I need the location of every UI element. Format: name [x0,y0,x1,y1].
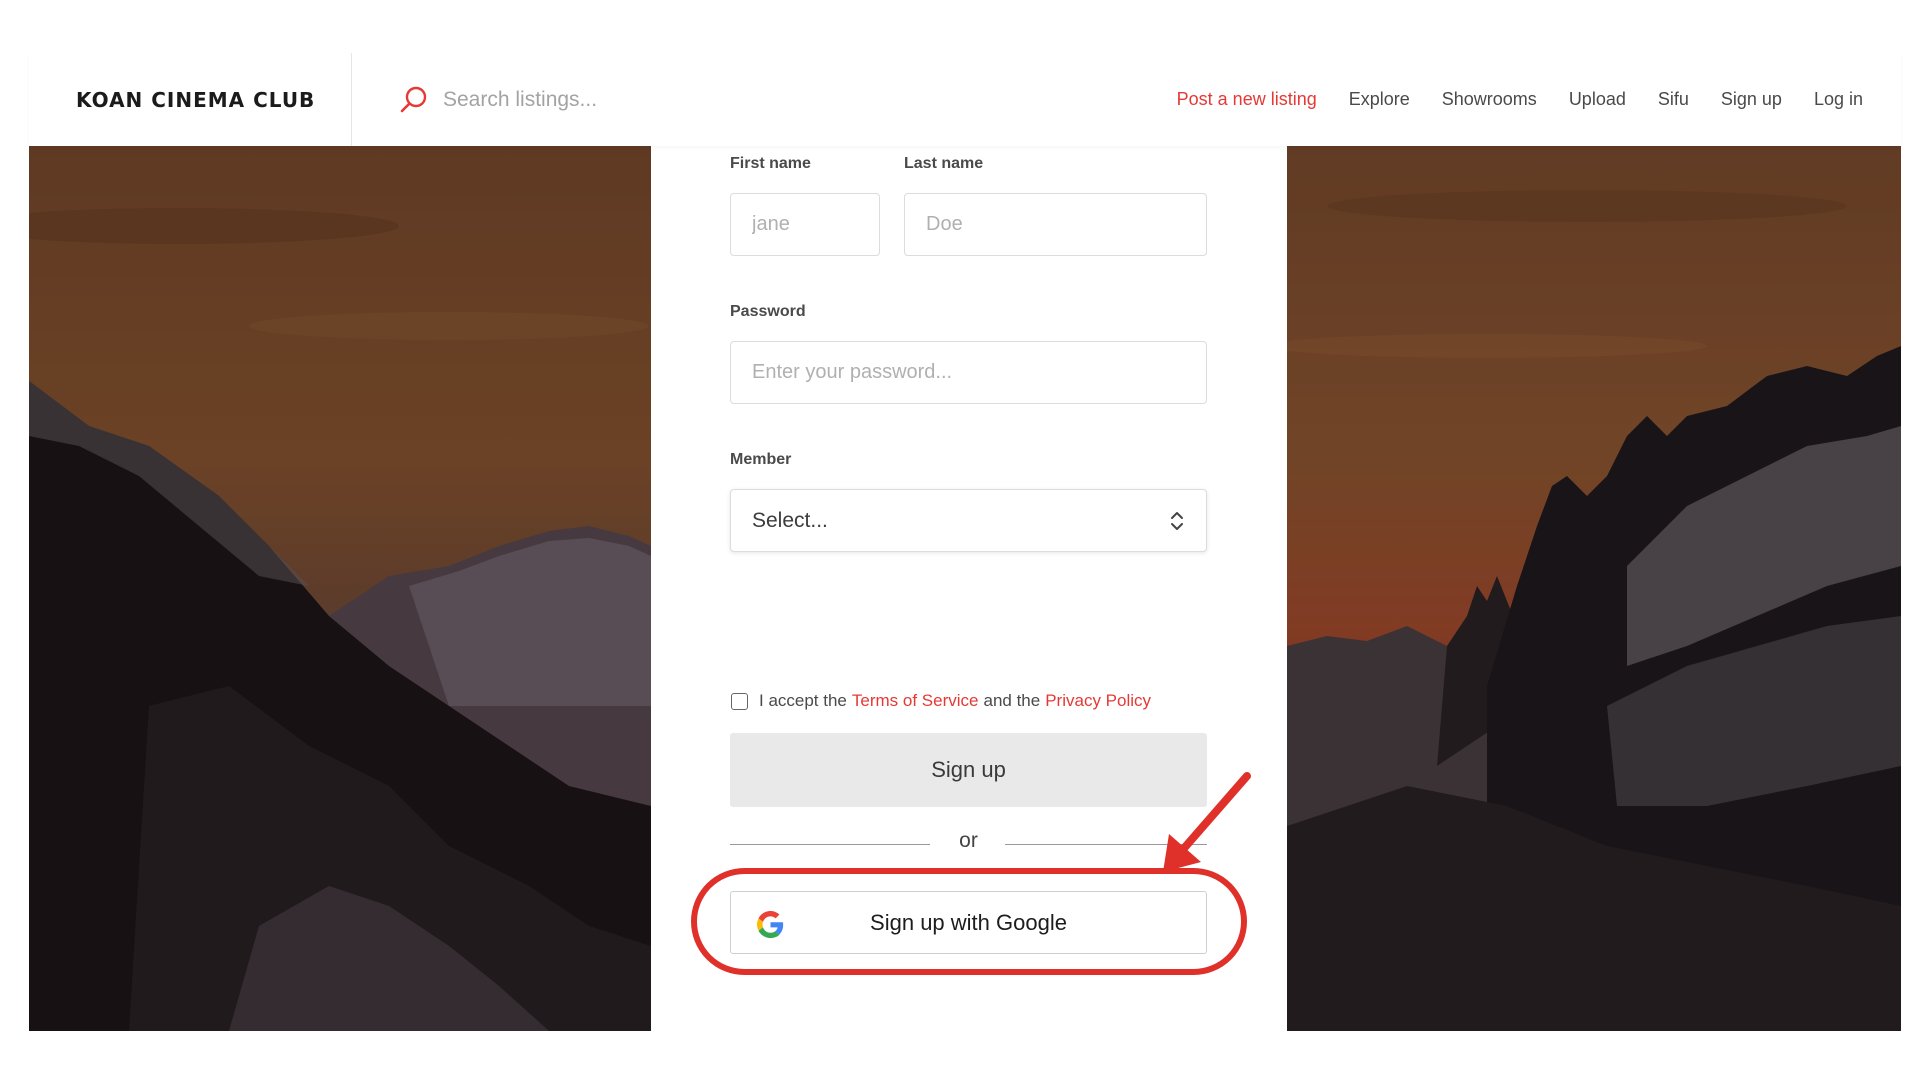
member-label: Member [730,451,792,468]
site-logo[interactable]: KOAN CINEMA CLUB [76,53,315,146]
google-icon [757,911,784,938]
nav-log-in[interactable]: Log in [1814,89,1863,110]
terms-middle: and the [983,691,1041,710]
terms-checkbox[interactable] [731,692,748,710]
chevron-updown-icon [1171,511,1183,530]
nav-menu: Post a new listing Explore Showrooms Upl… [1177,53,1863,146]
member-select-value: Select... [752,508,828,532]
sign-up-button[interactable]: Sign up [730,733,1207,807]
search-bar [399,53,703,146]
navbar-divider [351,53,352,146]
search-icon[interactable] [399,85,429,115]
member-select[interactable]: Select... [730,489,1207,552]
background-image-left [29,146,651,1031]
signup-form: First name Last name Password Member Sel… [651,146,1287,1031]
or-divider: or [730,829,1207,859]
nav-showrooms[interactable]: Showrooms [1442,89,1537,110]
nav-sifu[interactable]: Sifu [1658,89,1689,110]
first-name-field[interactable] [730,193,880,256]
terms-of-service-link[interactable]: Terms of Service [852,691,979,711]
google-signup-button[interactable]: Sign up with Google [730,891,1207,954]
first-name-label: First name [730,155,811,172]
search-input[interactable] [443,87,703,112]
last-name-label: Last name [904,155,984,172]
password-field[interactable] [730,341,1207,404]
terms-prefix: I accept the [759,691,847,710]
last-name-field[interactable] [904,193,1207,256]
or-text: or [959,829,978,852]
password-label: Password [730,303,806,320]
nav-explore[interactable]: Explore [1349,89,1410,110]
nav-upload[interactable]: Upload [1569,89,1626,110]
terms-row: I accept the Terms of Service and the Pr… [731,691,1156,711]
google-button-label: Sign up with Google [870,909,1067,935]
divider-line-right [1005,844,1207,845]
nav-sign-up[interactable]: Sign up [1721,89,1782,110]
nav-post-listing[interactable]: Post a new listing [1177,89,1317,110]
background-image-right [1287,146,1901,1031]
top-navbar: KOAN CINEMA CLUB Post a new listing Expl… [29,53,1901,146]
privacy-policy-link[interactable]: Privacy Policy [1045,691,1151,711]
